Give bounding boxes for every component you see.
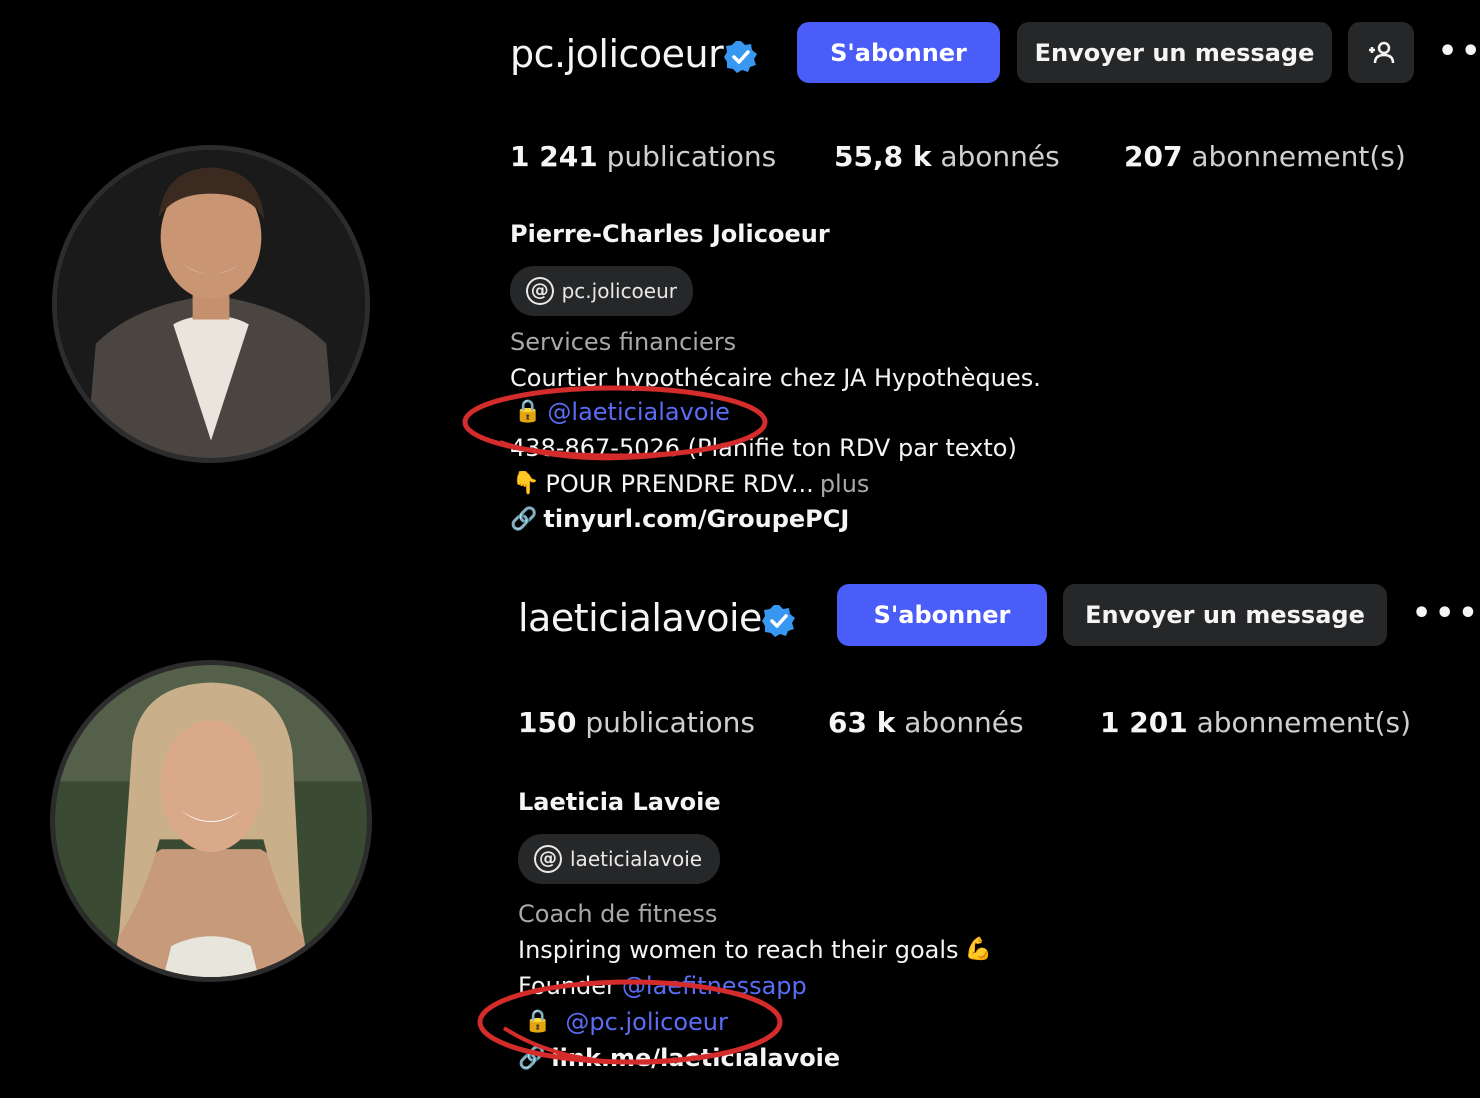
- avatar-photo-man: [57, 150, 365, 458]
- bio-mention-link[interactable]: @pc.jolicoeur: [565, 1008, 727, 1036]
- profile-avatar[interactable]: [50, 660, 372, 982]
- threads-icon: @: [534, 845, 562, 873]
- following-count[interactable]: 207 abonnement(s): [1124, 140, 1406, 173]
- bio-line-3: 🔒 @pc.jolicoeur: [524, 1008, 728, 1036]
- bio-line-2: Founder @laefitnessapp: [518, 972, 807, 1000]
- message-button[interactable]: Envoyer un message: [1063, 584, 1387, 646]
- profile-laeticialavoie: laeticialavoie S'abonner Envoyer un mess…: [0, 560, 1480, 1098]
- bio-line-4: 👇 POUR PRENDRE RDV... plus: [512, 470, 869, 498]
- threads-handle: laeticialavoie: [570, 847, 703, 871]
- verified-badge-icon: [762, 605, 795, 637]
- bio-mention-link[interactable]: @laeticialavoie: [547, 398, 729, 426]
- add-person-icon: [1369, 41, 1395, 63]
- threads-handle: pc.jolicoeur: [561, 279, 677, 303]
- threads-icon: @: [526, 277, 554, 305]
- lock-icon: 🔒: [524, 1009, 552, 1034]
- threads-badge[interactable]: @ laeticialavoie: [518, 834, 720, 884]
- followers-count[interactable]: 63 k abonnés: [828, 706, 1024, 739]
- more-options-icon[interactable]: •••: [1412, 596, 1480, 631]
- link-icon: 🔗: [510, 506, 538, 532]
- bio-external-link[interactable]: link.me/laeticialavoie: [551, 1044, 840, 1072]
- avatar-photo-woman: [55, 665, 367, 977]
- bio-line-1: Inspiring women to reach their goals 💪: [518, 936, 992, 964]
- profile-category: Services financiers: [510, 328, 737, 356]
- profile-full-name: Laeticia Lavoie: [518, 788, 721, 816]
- posts-count: 150 publications: [518, 706, 755, 739]
- message-button[interactable]: Envoyer un message: [1017, 22, 1332, 83]
- bio-mention-link[interactable]: @laefitnessapp: [622, 972, 807, 1000]
- suggest-accounts-button[interactable]: [1348, 22, 1414, 83]
- bio-external-link[interactable]: tinyurl.com/GroupePCJ: [543, 505, 849, 533]
- more-options-icon[interactable]: •••: [1438, 34, 1480, 69]
- profile-category: Coach de fitness: [518, 900, 718, 928]
- link-icon: 🔗: [518, 1045, 546, 1071]
- posts-count: 1 241 publications: [510, 140, 777, 173]
- bio-line-1: Courtier hypothécaire chez JA Hypothèque…: [510, 364, 1041, 392]
- follow-button[interactable]: S'abonner: [837, 584, 1047, 646]
- profile-pc-jolicoeur: pc.jolicoeur S'abonner Envoyer un messag…: [0, 0, 1480, 560]
- bio-link-row: 🔗 link.me/laeticialavoie: [518, 1044, 840, 1072]
- bio-line-2: 🔒 @laeticialavoie: [514, 398, 730, 426]
- profile-username: pc.jolicoeur: [510, 32, 724, 76]
- following-count[interactable]: 1 201 abonnement(s): [1100, 706, 1411, 739]
- profile-avatar[interactable]: [52, 145, 370, 463]
- bio-link-row: 🔗 tinyurl.com/GroupePCJ: [510, 505, 849, 533]
- follow-button[interactable]: S'abonner: [797, 22, 1000, 83]
- threads-badge[interactable]: @ pc.jolicoeur: [510, 266, 693, 316]
- bio-more-link[interactable]: plus: [820, 470, 870, 498]
- followers-count[interactable]: 55,8 k abonnés: [834, 140, 1060, 173]
- bio-line-1-text: Inspiring women to reach their goals: [518, 936, 959, 964]
- bio-line-3: 438-867-5026 (Planifie ton RDV par texto…: [510, 434, 1017, 462]
- verified-badge-icon: [724, 41, 757, 73]
- lock-icon: 🔒: [514, 399, 542, 424]
- bio-founder-label: Founder: [518, 972, 616, 1000]
- profile-full-name: Pierre-Charles Jolicoeur: [510, 220, 830, 248]
- profile-username: laeticialavoie: [518, 596, 762, 640]
- flexed-biceps-icon: 💪: [964, 937, 992, 962]
- point-down-icon: 👇: [512, 471, 540, 496]
- bio-line-4-text: POUR PRENDRE RDV...: [545, 470, 814, 498]
